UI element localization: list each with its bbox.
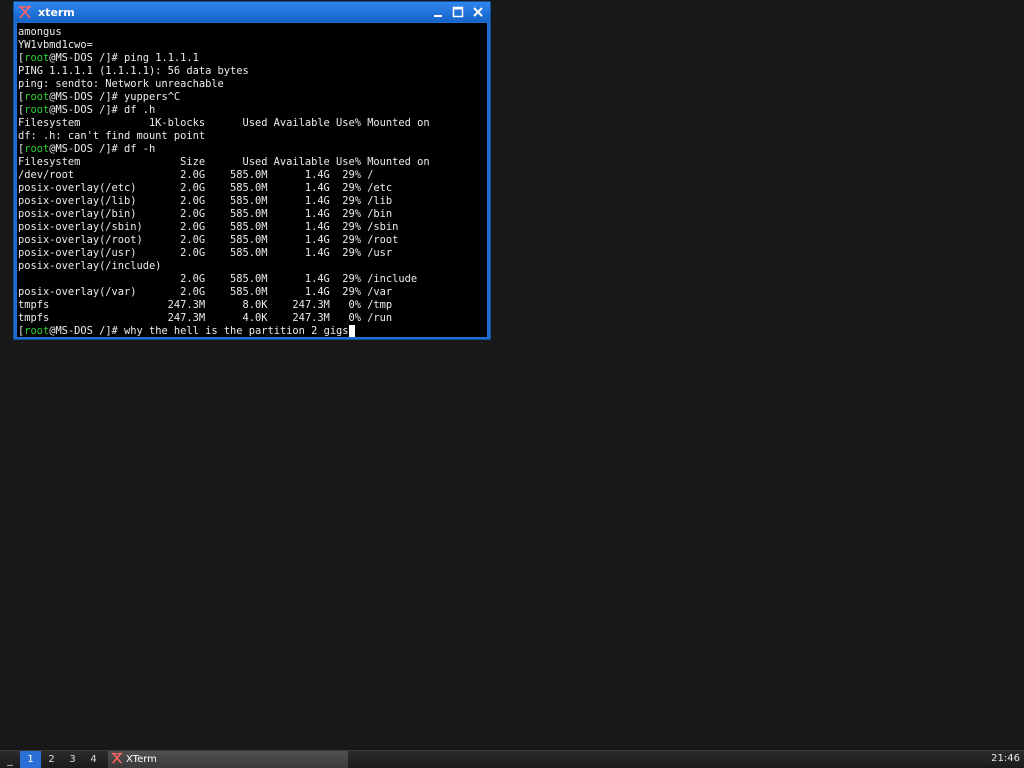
line-text: why the hell is the partition 2 gigs [124, 325, 349, 337]
workspace-3-button[interactable]: 3 [62, 751, 83, 768]
prompt-host: @MS-DOS /]# [49, 91, 125, 103]
line-text: PING 1.1.1.1 (1.1.1.1): 56 data bytes [18, 65, 249, 77]
terminal-output-line: PING 1.1.1.1 (1.1.1.1): 56 data bytes [18, 65, 487, 78]
line-text: df .h [124, 104, 156, 116]
line-text: df: .h: can't find mount point [18, 130, 206, 142]
line-text: 2.0G 585.0M 1.4G 29% /include [18, 273, 418, 285]
terminal-output-line: posix-overlay(/include) [18, 260, 487, 273]
terminal-output-line: amongus [18, 26, 487, 39]
terminal-output-line: tmpfs 247.3M 8.0K 247.3M 0% /tmp [18, 299, 487, 312]
minimize-button[interactable] [430, 4, 446, 20]
terminal-output-line: tmpfs 247.3M 4.0K 247.3M 0% /run [18, 312, 487, 325]
terminal-output-line: Filesystem 1K-blocks Used Available Use%… [18, 117, 487, 130]
close-button[interactable] [470, 4, 486, 20]
xterm-icon[interactable] [17, 4, 33, 20]
terminal-output[interactable]: amongus YW1vbmd1cwo= [root@MS-DOS /]# ping… [17, 23, 487, 337]
clock: 21:46 [991, 753, 1020, 764]
terminal-output-line: posix-overlay(/var) 2.0G 585.0M 1.4G 29%… [18, 286, 487, 299]
terminal-output-line: posix-overlay(/sbin) 2.0G 585.0M 1.4G 29… [18, 221, 487, 234]
terminal-command-line: [root@MS-DOS /]# yuppers^C [18, 91, 487, 104]
line-text: posix-overlay(/etc) 2.0G 585.0M 1.4G 29%… [18, 182, 393, 194]
maximize-button[interactable] [450, 4, 466, 20]
terminal-output-line: df: .h: can't find mount point [18, 130, 487, 143]
line-text: ping 1.1.1.1 [124, 52, 199, 64]
line-text: ping: sendto: Network unreachable [18, 78, 224, 90]
line-text: /dev/root 2.0G 585.0M 1.4G 29% / [18, 169, 374, 181]
desktop[interactable]: xterm amongus YW1vbmd1cwo= [root@MS-DOS /]… [0, 0, 1024, 750]
terminal-command-line: [root@MS-DOS /]# df .h [18, 104, 487, 117]
window-titlebar[interactable]: xterm [14, 2, 490, 22]
terminal-output-line: YW1vbmd1cwo= [18, 39, 487, 52]
workspace-2-button[interactable]: 2 [41, 751, 62, 768]
terminal-output-line: posix-overlay(/etc) 2.0G 585.0M 1.4G 29%… [18, 182, 487, 195]
line-text: posix-overlay(/root) 2.0G 585.0M 1.4G 29… [18, 234, 399, 246]
text-cursor [348, 325, 355, 337]
prompt-host: @MS-DOS /]# [49, 325, 125, 337]
terminal-command-line: [root@MS-DOS /]# df -h [18, 143, 487, 156]
line-text: amongus [18, 26, 62, 38]
prompt-host: @MS-DOS /]# [49, 143, 125, 155]
terminal-output-line: posix-overlay(/lib) 2.0G 585.0M 1.4G 29%… [18, 195, 487, 208]
line-text: Filesystem 1K-blocks Used Available Use%… [18, 117, 430, 129]
line-text: posix-overlay(/var) 2.0G 585.0M 1.4G 29%… [18, 286, 393, 298]
terminal-output-line: ping: sendto: Network unreachable [18, 78, 487, 91]
line-text: Filesystem Size Used Available Use% Moun… [18, 156, 430, 168]
prompt-host: @MS-DOS /]# [49, 104, 125, 116]
xterm-icon [111, 752, 123, 767]
line-text: tmpfs 247.3M 8.0K 247.3M 0% /tmp [18, 299, 393, 311]
workspace-4-button[interactable]: 4 [83, 751, 104, 768]
prompt-user: root [24, 91, 50, 103]
xterm-window[interactable]: xterm amongus YW1vbmd1cwo= [root@MS-DOS /]… [13, 1, 491, 340]
line-text: posix-overlay(/usr) 2.0G 585.0M 1.4G 29%… [18, 247, 393, 259]
terminal-output-line: 2.0G 585.0M 1.4G 29% /include [18, 273, 487, 286]
terminal-output-line: /dev/root 2.0G 585.0M 1.4G 29% / [18, 169, 487, 182]
prompt-user: root [24, 325, 50, 337]
terminal-command-line: [root@MS-DOS /]# ping 1.1.1.1 [18, 52, 487, 65]
line-text: YW1vbmd1cwo= [18, 39, 93, 51]
terminal-command-line: [root@MS-DOS /]# why the hell is the par… [18, 325, 487, 337]
line-text: tmpfs 247.3M 4.0K 247.3M 0% /run [18, 312, 393, 324]
prompt-host: @MS-DOS /]# [49, 52, 125, 64]
terminal-output-line: posix-overlay(/usr) 2.0G 585.0M 1.4G 29%… [18, 247, 487, 260]
terminal-output-line: posix-overlay(/bin) 2.0G 585.0M 1.4G 29%… [18, 208, 487, 221]
prompt-user: root [24, 52, 50, 64]
line-text: posix-overlay(/sbin) 2.0G 585.0M 1.4G 29… [18, 221, 399, 233]
line-text: df -h [124, 143, 156, 155]
line-text: posix-overlay(/bin) 2.0G 585.0M 1.4G 29%… [18, 208, 393, 220]
terminal-output-line: Filesystem Size Used Available Use% Moun… [18, 156, 487, 169]
terminal-output-line: posix-overlay(/root) 2.0G 585.0M 1.4G 29… [18, 234, 487, 247]
prompt-user: root [24, 104, 50, 116]
line-text: posix-overlay(/include) [18, 260, 162, 272]
start-menu-button[interactable]: _ [0, 751, 20, 768]
line-text: yuppers^C [124, 91, 181, 103]
line-text: posix-overlay(/lib) 2.0G 585.0M 1.4G 29%… [18, 195, 393, 207]
taskbar-item-xterm[interactable]: XTerm [108, 751, 348, 768]
prompt-user: root [24, 143, 50, 155]
taskbar: _ 1 2 3 4 XTerm 21:46 [0, 750, 1024, 768]
workspace-1-button[interactable]: 1 [20, 751, 41, 768]
window-title: xterm [38, 5, 75, 19]
taskbar-item-label: XTerm [126, 754, 157, 765]
